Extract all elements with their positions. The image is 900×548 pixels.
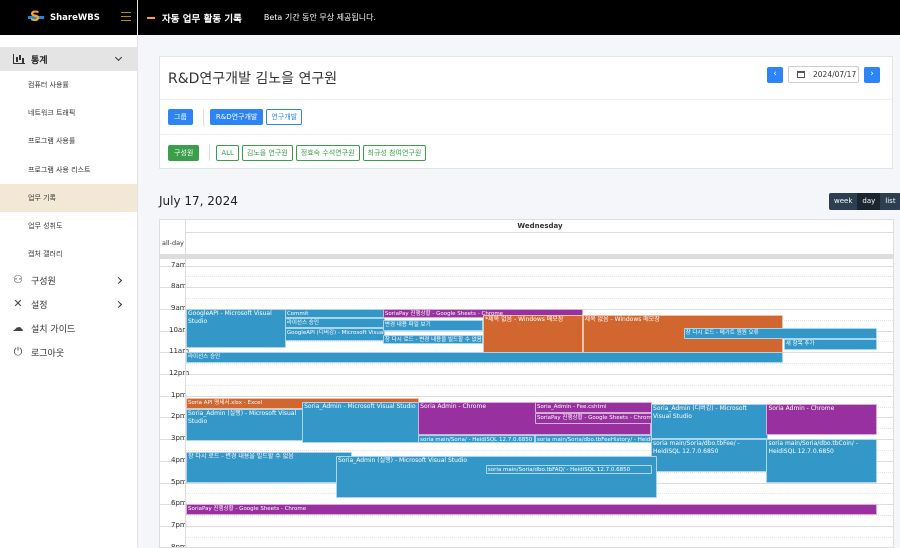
top-bar-title: 자동 업무 활동 기록 bbox=[162, 13, 242, 25]
sidebar-subitem-network-traffic[interactable]: 네트워크 트래픽 bbox=[0, 99, 137, 127]
half-hour-line bbox=[185, 384, 893, 386]
hour-label: 12pm bbox=[169, 369, 190, 377]
calendar-event[interactable]: Soria Admin - Chrome bbox=[766, 404, 877, 435]
day-header: Wednesday bbox=[185, 220, 893, 233]
hour-line bbox=[160, 395, 893, 397]
calendar-event[interactable]: 창 다시 로드 - 메가트 원원 오류 bbox=[683, 328, 877, 340]
next-date-button[interactable]: › bbox=[864, 67, 880, 83]
date-picker[interactable]: 2024/07/17 bbox=[788, 66, 859, 83]
calendar-event[interactable]: GoogleAPI (디버깅) - Microsoft Visual Studi… bbox=[284, 328, 385, 342]
date-value: 2024/07/17 bbox=[813, 70, 857, 79]
calendar-event[interactable]: Soria_Admin - Fee.cshtml bbox=[534, 402, 652, 414]
calendar-icon bbox=[797, 71, 805, 78]
hour-line bbox=[160, 265, 893, 267]
calendar-event[interactable]: Commit bbox=[284, 308, 385, 318]
sidebar-item-label: 로그아웃 bbox=[31, 348, 65, 359]
sidebar-item-logout[interactable]: ⏻ 로그아웃 bbox=[0, 340, 137, 364]
all-day-divider bbox=[160, 255, 893, 259]
all-day-row[interactable]: all-day bbox=[160, 233, 893, 255]
calendar-event[interactable]: 변경 내용 파일 보기 bbox=[382, 319, 484, 331]
calendar-event[interactable]: 새 항목 추가 bbox=[783, 339, 877, 351]
half-hour-line bbox=[185, 515, 893, 517]
brand-name: ShareWBS bbox=[50, 12, 100, 23]
member-option-choi[interactable]: 최규성 참여연구원 bbox=[362, 144, 427, 161]
calendar-event[interactable]: SoriaPay 진행상황 - Google Sheets - Chrome bbox=[534, 413, 652, 424]
calendar-event[interactable]: Soria_Admin (실행) - Microsoft Visual Stud… bbox=[186, 408, 303, 442]
sidebar-item-install-guide[interactable]: ☁ 설치 가이드 bbox=[0, 316, 137, 340]
calendar-event[interactable]: GoogleAPI - Microsoft Visual Studio bbox=[186, 308, 287, 348]
tools-icon: ✕ bbox=[13, 297, 23, 311]
member-filter-row: 구성원 ALL 김노을 연구원 정효숙 수석연구원 최규성 참여연구원 bbox=[160, 135, 892, 170]
sidebar-item-label: 구성원 bbox=[31, 276, 56, 287]
member-option-all[interactable]: ALL bbox=[216, 144, 239, 161]
group-filter-row: 그룹 R&D연구개발 연구개발 bbox=[160, 100, 892, 135]
view-week-button[interactable]: week bbox=[829, 193, 857, 210]
hour-line bbox=[160, 525, 893, 527]
group-label-button[interactable]: 그룹 bbox=[168, 109, 193, 125]
view-day-button[interactable]: day bbox=[857, 193, 881, 210]
sidebar-item-settings[interactable]: ✕ 설정 bbox=[0, 292, 137, 316]
calendar-title: July 17, 2024 bbox=[159, 194, 238, 208]
install-icon: ☁ bbox=[12, 321, 24, 335]
all-day-label: all-day bbox=[162, 239, 184, 247]
sidebar-subitem-program-usage[interactable]: 프로그램 사용률 bbox=[0, 127, 137, 155]
calendar-event[interactable]: Soria_Admin (실행) - Microsoft Visual Stud… bbox=[335, 456, 658, 498]
half-hour-line bbox=[185, 536, 893, 538]
beta-notice: Beta 기간 동안 무상 제공됩니다. bbox=[263, 13, 376, 22]
sidebar-subitem-computer-usage[interactable]: 컴퓨터 사용률 bbox=[0, 71, 137, 99]
sidebar-subitem-work-log[interactable]: 업무 기록 bbox=[0, 183, 137, 212]
calendar-event[interactable]: 라이선스 승인 bbox=[186, 352, 784, 364]
member-label-button[interactable]: 구성원 bbox=[168, 144, 200, 161]
member-option-jung[interactable]: 정효숙 수석연구원 bbox=[295, 144, 360, 161]
member-option-kim[interactable]: 김노을 연구원 bbox=[241, 144, 293, 161]
calendar-event[interactable]: SoriaPay 진행상황 - Google Sheets - Chrome bbox=[186, 504, 877, 516]
calendar-event[interactable]: soria main/Soria/ - HeidiSQL 12.7.0.6850 bbox=[418, 434, 535, 444]
calendar-event[interactable]: 창 다시 로드 - 변경 내용을 빌드할 수 없음 bbox=[382, 334, 484, 344]
hour-line bbox=[160, 287, 893, 289]
calendar-event[interactable]: Soria_Admin (디버깅) - Microsoft Visual Stu… bbox=[651, 404, 768, 440]
divider bbox=[202, 108, 204, 126]
logo-icon: S bbox=[28, 10, 44, 25]
calendar-event[interactable]: soria main/Soria/dbo.tbCoin/ - HeidiSQL … bbox=[766, 439, 877, 483]
sidebar: S ShareWBS 통계 컴퓨터 사용률 네트워크 트래픽 프로그램 사용률 … bbox=[0, 0, 138, 548]
title-accent-bar bbox=[147, 16, 155, 19]
calendar-event[interactable]: soria main/Soria/dbo.tbFeeHistory/ - Hei… bbox=[534, 434, 652, 444]
hour-line bbox=[160, 374, 893, 375]
top-bar: 자동 업무 활동 기록 Beta 기간 동안 무상 제공됩니다. bbox=[138, 0, 900, 35]
calendar-event[interactable]: soria main/Soria/dbo.tbFee/ - HeidiSQL 1… bbox=[651, 439, 768, 472]
chevron-right-icon bbox=[114, 277, 123, 285]
sidebar-item-label: 설정 bbox=[31, 300, 48, 311]
sidebar-subitem-achievement[interactable]: 업무 성취도 bbox=[0, 212, 137, 240]
calendar-event[interactable]: 창 다시 로드 - 변경 내용을 빌드할 수 없음 bbox=[186, 452, 352, 483]
power-icon: ⏻ bbox=[13, 345, 23, 359]
calendar-event[interactable]: soria main/Soria/dbo.tbFAQ/ - HeidiSQL 1… bbox=[485, 465, 652, 474]
sidebar-item-members[interactable]: ⚇ 구성원 bbox=[0, 268, 137, 292]
group-option-research[interactable]: 연구개발 bbox=[266, 109, 303, 125]
sidebar-subitem-program-list[interactable]: 프로그램 사용 리스트 bbox=[0, 156, 137, 184]
sidebar-item-stats[interactable]: 통계 bbox=[0, 47, 137, 71]
users-icon: ⚇ bbox=[13, 273, 23, 287]
half-hour-line bbox=[185, 298, 893, 300]
half-hour-line bbox=[185, 363, 893, 365]
chevron-right-icon bbox=[114, 301, 123, 309]
chevron-down-icon bbox=[114, 53, 123, 62]
half-hour-line bbox=[185, 276, 893, 278]
menu-toggle-icon[interactable] bbox=[121, 12, 131, 21]
view-list-button[interactable]: list bbox=[880, 193, 900, 210]
calendar-event[interactable]: 라이선스 승인 bbox=[284, 317, 385, 329]
view-switcher: week day list bbox=[829, 193, 900, 210]
page-title: R&D연구개발 김노을 연구원 bbox=[168, 71, 338, 87]
sidebar-item-label: 설치 가이드 bbox=[31, 324, 76, 335]
filter-card: R&D연구개발 김노을 연구원 ‹ 2024/07/17 › 그룹 R&D연구개… bbox=[159, 56, 893, 169]
divider bbox=[209, 144, 211, 161]
calendar-event[interactable]: Soria_Admin - Microsoft Visual Studio bbox=[302, 402, 419, 444]
brand-logo[interactable]: S ShareWBS bbox=[0, 0, 137, 35]
chart-icon bbox=[13, 54, 25, 64]
prev-date-button[interactable]: ‹ bbox=[767, 67, 783, 83]
calendar-grid: Wednesday all-day 7am 8am 9am 10am 11am 12pm 1… bbox=[159, 219, 894, 548]
sidebar-subitem-capture-gallery[interactable]: 캡처 갤러리 bbox=[0, 240, 137, 268]
sidebar-item-label: 통계 bbox=[31, 55, 48, 66]
group-option-rnd[interactable]: R&D연구개발 bbox=[209, 109, 264, 125]
